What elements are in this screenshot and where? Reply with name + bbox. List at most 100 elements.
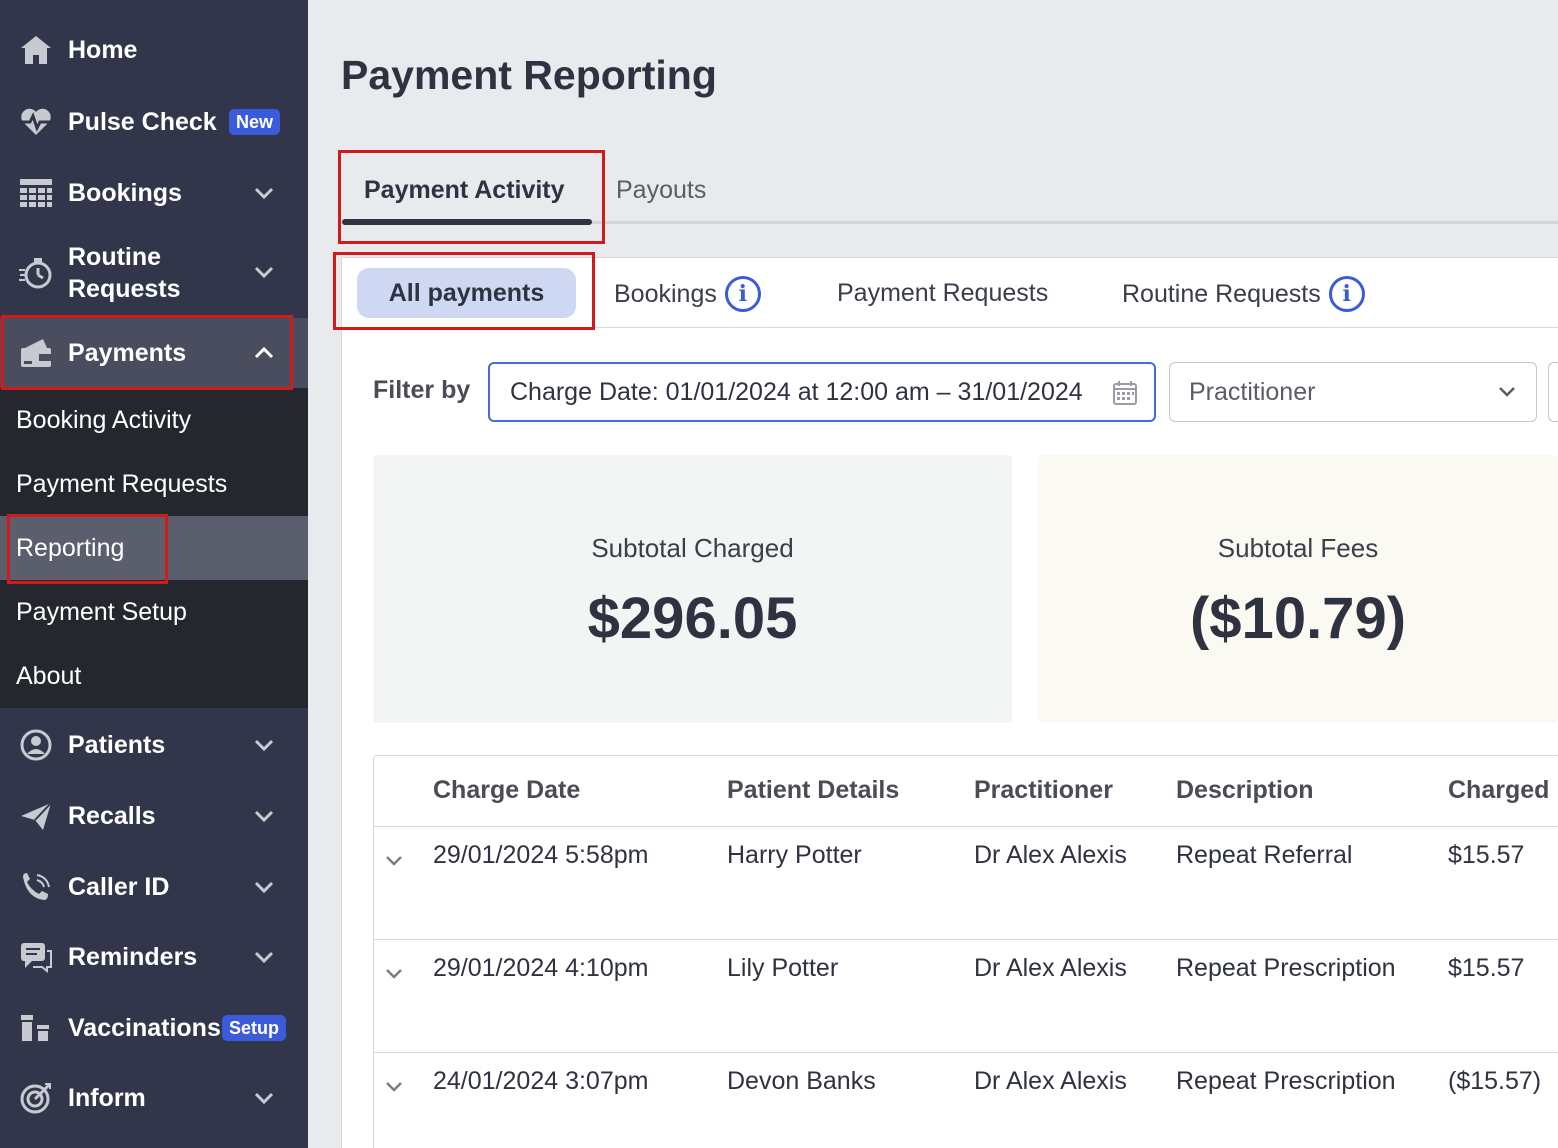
calendar-grid-icon bbox=[18, 175, 54, 211]
sidebar-item-label: Payments bbox=[68, 339, 187, 367]
home-icon bbox=[18, 32, 54, 68]
wallet-icon bbox=[18, 335, 54, 371]
table-cell-practitioner: Dr Alex Alexis bbox=[974, 954, 1127, 982]
sidebar-item-inform[interactable]: Inform bbox=[0, 1080, 308, 1116]
table-cell-patient: Devon Banks bbox=[727, 1067, 876, 1095]
subtab-payment-requests[interactable]: Payment Requests bbox=[837, 276, 1048, 310]
sidebar-item-reminders[interactable]: Reminders bbox=[0, 939, 308, 975]
date-range-value: Charge Date: 01/01/2024 at 12:00 am – 31… bbox=[510, 377, 1083, 406]
table-cell-description: Repeat Prescription bbox=[1176, 1067, 1396, 1095]
column-header-practitioner[interactable]: Practitioner bbox=[974, 776, 1113, 805]
stopwatch-icon bbox=[18, 255, 54, 291]
sidebar-item-home[interactable]: Home bbox=[0, 32, 308, 68]
submenu-item-booking-activity[interactable]: Booking Activity bbox=[0, 388, 308, 452]
column-header-description[interactable]: Description bbox=[1176, 776, 1314, 805]
chevron-down-icon bbox=[1496, 380, 1518, 409]
column-header-charged[interactable]: Charged bbox=[1448, 776, 1549, 805]
table-cell-charge-date: 29/01/2024 4:10pm bbox=[433, 954, 649, 982]
subtab-label: Payment Requests bbox=[837, 279, 1049, 307]
subtab-all-payments[interactable]: All payments bbox=[357, 268, 576, 318]
sidebar-item-label: Pulse Check bbox=[68, 108, 217, 136]
column-header-charge-date[interactable]: Charge Date bbox=[433, 776, 580, 805]
submenu-item-about[interactable]: About bbox=[0, 644, 308, 708]
submenu-item-reporting[interactable]: Reporting bbox=[0, 516, 308, 580]
table-cell-charge-date: 24/01/2024 3:07pm bbox=[433, 1067, 649, 1095]
subtab-label: Bookings bbox=[614, 280, 717, 308]
table-cell-description: Repeat Referral bbox=[1176, 841, 1353, 869]
info-icon[interactable]: i bbox=[724, 276, 761, 312]
column-header-patient-details[interactable]: Patient Details bbox=[727, 776, 899, 805]
expand-row-chevron-icon[interactable] bbox=[384, 852, 404, 873]
sidebar-item-label-line1: Routine bbox=[68, 243, 162, 271]
subtab-routine-requests[interactable]: Routine Requests i bbox=[1122, 276, 1365, 312]
chevron-down-icon bbox=[250, 258, 278, 286]
submenu-item-payment-requests[interactable]: Payment Requests bbox=[0, 452, 308, 516]
sidebar: Home Pulse Check New Bookings Routine Re… bbox=[0, 0, 308, 1148]
table-cell-description: Repeat Prescription bbox=[1176, 954, 1396, 982]
card-label: Subtotal Fees bbox=[1217, 533, 1379, 563]
chevron-down-icon bbox=[250, 943, 278, 971]
sidebar-item-label-line2: Requests bbox=[68, 275, 181, 303]
sidebar-item-label: Home bbox=[68, 36, 138, 64]
card-label: Subtotal Charged bbox=[591, 533, 794, 563]
sidebar-item-pulse-check[interactable]: Pulse Check New bbox=[0, 104, 308, 140]
tab-payment-activity[interactable]: Payment Activity bbox=[364, 172, 565, 208]
subtabs-divider bbox=[341, 327, 1558, 328]
additional-filter-select[interactable] bbox=[1548, 362, 1558, 422]
sidebar-item-payments[interactable]: Payments bbox=[0, 318, 308, 388]
chevron-down-icon bbox=[250, 873, 278, 901]
sidebar-item-label: Bookings bbox=[68, 179, 182, 207]
subtotal-charged-card: Subtotal Charged $296.05 bbox=[373, 455, 1012, 723]
sidebar-item-caller-id[interactable]: Caller ID bbox=[0, 869, 308, 905]
sidebar-item-patients[interactable]: Patients bbox=[0, 727, 308, 763]
chevron-down-icon bbox=[250, 1084, 278, 1112]
subtab-label: Routine Requests bbox=[1122, 280, 1321, 308]
table-cell-patient: Lily Potter bbox=[727, 954, 839, 982]
chevron-down-icon bbox=[250, 802, 278, 830]
paper-plane-icon bbox=[18, 798, 54, 834]
target-icon bbox=[18, 1080, 54, 1116]
chevron-down-icon bbox=[250, 731, 278, 759]
table-cell-charged: $15.57 bbox=[1448, 954, 1525, 982]
tab-payouts[interactable]: Payouts bbox=[616, 172, 706, 208]
expand-row-chevron-icon[interactable] bbox=[384, 1078, 404, 1099]
subtab-bookings[interactable]: Bookings i bbox=[614, 276, 761, 312]
card-value: ($10.79) bbox=[1189, 586, 1407, 651]
heart-pulse-icon bbox=[18, 104, 54, 140]
sidebar-item-routine-requests[interactable]: Routine Requests bbox=[0, 240, 308, 306]
page-title: Payment Reporting bbox=[341, 52, 717, 98]
sidebar-item-label: Caller ID bbox=[68, 873, 170, 901]
table-cell-charge-date: 29/01/2024 5:58pm bbox=[433, 841, 649, 869]
table-cell-patient: Harry Potter bbox=[727, 841, 862, 869]
sidebar-item-vaccinations[interactable]: Vaccinations Setup bbox=[0, 1010, 308, 1046]
chat-icon bbox=[18, 939, 54, 975]
submenu-item-payment-setup[interactable]: Payment Setup bbox=[0, 580, 308, 644]
practitioner-placeholder: Practitioner bbox=[1189, 377, 1316, 406]
table-cell-charged: ($15.57) bbox=[1448, 1067, 1542, 1095]
row-divider bbox=[374, 939, 1558, 940]
payments-submenu: Booking Activity Payment Requests Report… bbox=[0, 388, 308, 708]
sidebar-item-label: Recalls bbox=[68, 802, 156, 830]
calendar-icon[interactable] bbox=[1112, 380, 1138, 413]
sidebar-item-label: Patients bbox=[68, 731, 166, 759]
sidebar-item-label: Reminders bbox=[68, 943, 198, 971]
table-cell-practitioner: Dr Alex Alexis bbox=[974, 841, 1127, 869]
chevron-down-icon bbox=[250, 179, 278, 207]
info-icon[interactable]: i bbox=[1328, 276, 1365, 312]
subtotal-fees-card: Subtotal Fees ($10.79) bbox=[1038, 455, 1558, 723]
sidebar-item-bookings[interactable]: Bookings bbox=[0, 175, 308, 211]
practitioner-select[interactable]: Practitioner bbox=[1169, 362, 1537, 422]
active-tab-underline bbox=[342, 219, 592, 225]
row-divider bbox=[374, 826, 1558, 827]
filter-label: Filter by bbox=[373, 376, 471, 404]
vials-icon bbox=[18, 1010, 54, 1046]
sidebar-item-label: Inform bbox=[68, 1084, 146, 1112]
user-circle-icon bbox=[18, 727, 54, 763]
phone-icon bbox=[18, 869, 54, 905]
charge-date-filter[interactable]: Charge Date: 01/01/2024 at 12:00 am – 31… bbox=[488, 362, 1156, 422]
new-badge: New bbox=[229, 109, 281, 135]
expand-row-chevron-icon[interactable] bbox=[384, 965, 404, 986]
row-divider bbox=[374, 1052, 1558, 1053]
card-value: $296.05 bbox=[587, 586, 798, 651]
sidebar-item-recalls[interactable]: Recalls bbox=[0, 798, 308, 834]
